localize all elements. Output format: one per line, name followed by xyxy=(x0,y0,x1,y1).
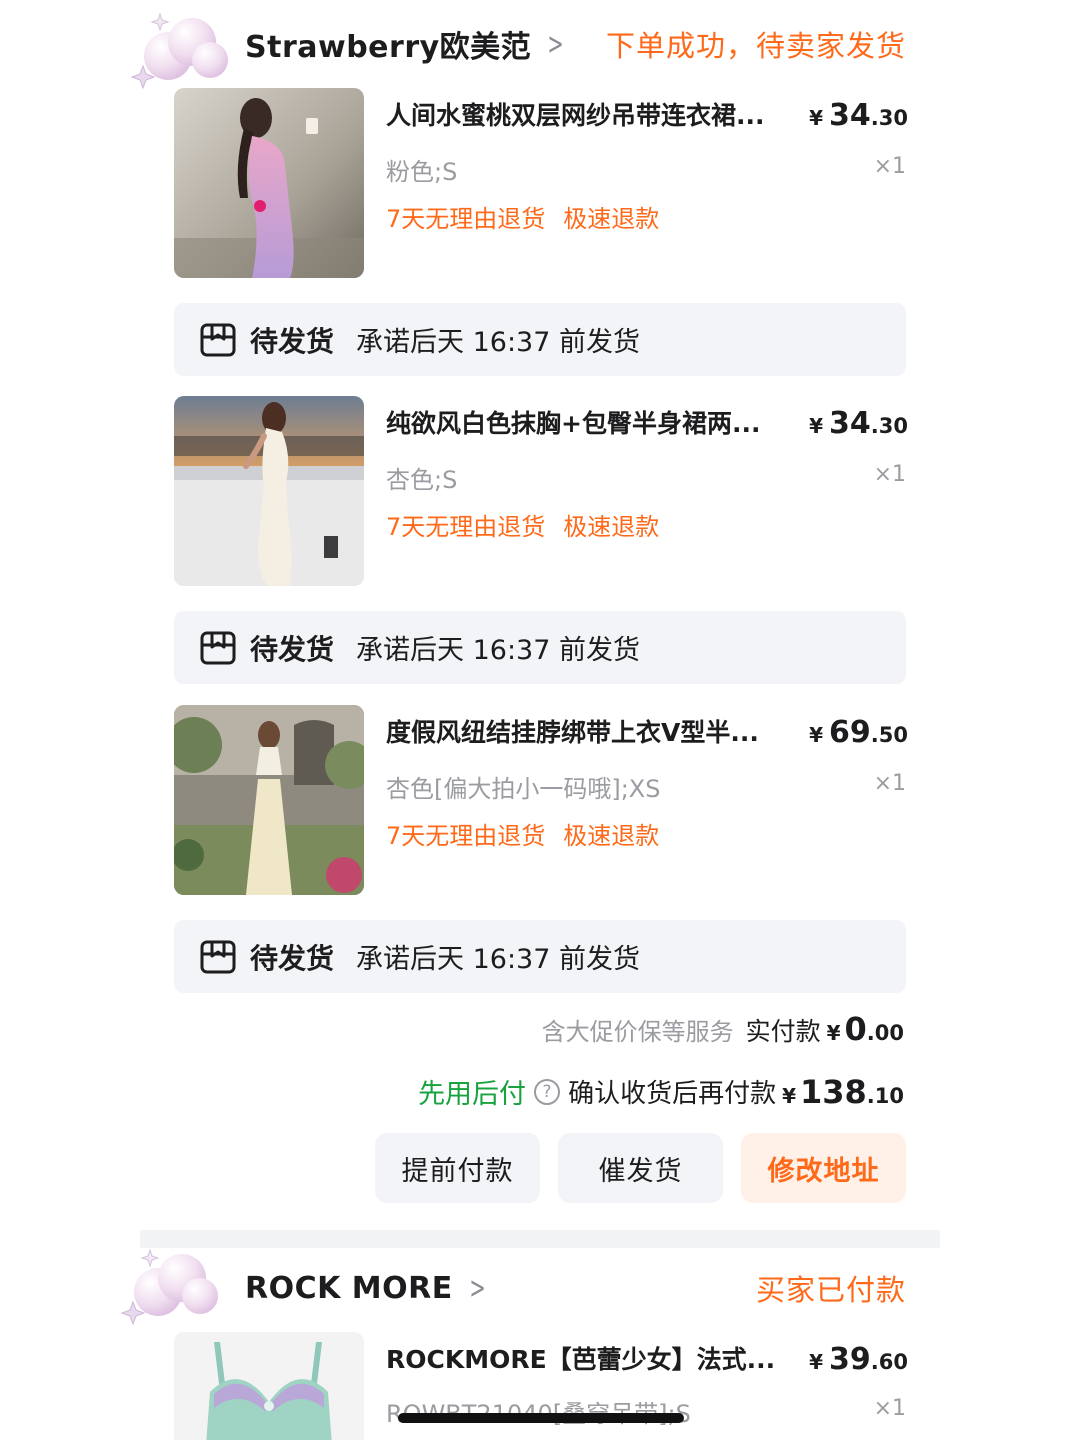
product-title[interactable]: 人间水蜜桃双层网纱吊带连衣裙... xyxy=(386,96,806,132)
service-tags: 7天无理由退货 极速退款 xyxy=(386,816,659,851)
product-price: ¥34.30 xyxy=(809,98,908,133)
package-box-icon xyxy=(200,631,236,664)
price-decimal: .30 xyxy=(870,414,908,438)
shipping-status: 待发货 xyxy=(250,941,335,975)
order-item[interactable]: 人间水蜜桃双层网纱吊带连衣裙... ¥34.30 粉色;S ×1 7天无理由退货… xyxy=(174,88,908,278)
shipping-promise: 承诺后天 16:37 前发货 xyxy=(356,944,640,975)
tag-7day-return: 7天无理由退货 xyxy=(386,513,546,541)
price-integer: 39 xyxy=(829,1342,871,1377)
change-address-button[interactable]: 修改地址 xyxy=(741,1133,906,1203)
product-title[interactable]: 度假风纽结挂脖绑带上衣V型半... xyxy=(386,713,806,749)
currency-symbol: ¥ xyxy=(809,414,824,438)
order-card: ROCK MORE > 买家已付款 ROCKMORE【芭蕾少女】法式... ¥3… xyxy=(140,1248,940,1440)
price-decimal: .60 xyxy=(870,1350,908,1374)
home-indicator[interactable] xyxy=(398,1413,684,1423)
product-variant: ROWBT21040[叠穿吊带];S xyxy=(386,1394,691,1429)
shipping-promise: 承诺后天 16:37 前发货 xyxy=(356,327,640,358)
shop-header[interactable]: Strawberry欧美范 > 下单成功，待卖家发货 xyxy=(245,14,906,74)
product-image[interactable] xyxy=(174,396,364,586)
question-circle-icon[interactable]: ? xyxy=(534,1078,561,1105)
product-price: ¥34.30 xyxy=(809,406,908,441)
tag-fast-refund: 极速退款 xyxy=(563,513,660,541)
product-quantity: ×1 xyxy=(873,1396,906,1421)
currency-symbol: ¥ xyxy=(809,723,824,747)
tag-fast-refund: 极速退款 xyxy=(563,822,660,850)
currency-symbol: ¥ xyxy=(809,1350,824,1374)
product-quantity: ×1 xyxy=(873,771,906,796)
currency-symbol: ¥ xyxy=(782,1083,796,1108)
shipping-status: 待发货 xyxy=(250,632,335,666)
order-item[interactable]: 度假风纽结挂脖绑带上衣V型半... ¥69.50 杏色[偏大拍小一码哦];XS … xyxy=(174,705,908,895)
cloud-sparkle-sticker xyxy=(130,12,228,90)
urge-shipping-button[interactable]: 催发货 xyxy=(558,1133,723,1203)
currency-symbol: ¥ xyxy=(826,1021,841,1045)
shop-link[interactable]: Strawberry欧美范 > xyxy=(245,22,568,66)
payment-summary: 含大促价保等服务 实付款 ¥0.00 xyxy=(542,1010,904,1048)
shipping-status: 待发货 xyxy=(250,324,335,358)
amount-decimal: .10 xyxy=(866,1083,904,1108)
chevron-right-icon: > xyxy=(547,26,564,62)
order-item[interactable]: ROCKMORE【芭蕾少女】法式... ¥39.60 ROWBT21040[叠穿… xyxy=(174,1332,908,1440)
order-item[interactable]: 纯欲风白色抹胸+包臀半身裙两... ¥34.30 杏色;S ×1 7天无理由退货… xyxy=(174,396,908,586)
amount-integer: 0 xyxy=(844,1010,867,1048)
product-title[interactable]: 纯欲风白色抹胸+包臀半身裙两... xyxy=(386,404,806,440)
paid-label: 实付款 xyxy=(745,1017,821,1046)
product-image[interactable] xyxy=(174,88,364,278)
package-box-icon xyxy=(200,940,236,973)
cloud-sparkle-sticker xyxy=(120,1248,218,1326)
service-tags: 7天无理由退货 极速退款 xyxy=(386,507,659,542)
order-status: 下单成功，待卖家发货 xyxy=(605,29,906,63)
shipping-info-bar[interactable]: 待发货 承诺后天 16:37 前发货 xyxy=(174,611,906,684)
product-quantity: ×1 xyxy=(873,154,906,179)
tag-fast-refund: 极速退款 xyxy=(563,205,660,233)
order-status: 买家已付款 xyxy=(755,1273,906,1307)
pay-early-button[interactable]: 提前付款 xyxy=(375,1133,540,1203)
price-integer: 69 xyxy=(829,715,871,750)
pay-later-summary: 先用后付 ? 确认收货后再付款 ¥138.10 xyxy=(418,1072,904,1111)
shop-name[interactable]: Strawberry欧美范 xyxy=(245,22,531,66)
shipping-info-bar[interactable]: 待发货 承诺后天 16:37 前发货 xyxy=(174,303,906,376)
order-actions: 提前付款 催发货 修改地址 xyxy=(357,1133,906,1203)
product-title[interactable]: ROCKMORE【芭蕾少女】法式... xyxy=(386,1340,806,1376)
price-integer: 34 xyxy=(829,406,871,441)
card-separator xyxy=(140,1230,940,1248)
shipping-promise: 承诺后天 16:37 前发货 xyxy=(356,635,640,666)
currency-symbol: ¥ xyxy=(809,106,824,130)
product-variant: 杏色[偏大拍小一码哦];XS xyxy=(386,775,661,803)
product-price: ¥69.50 xyxy=(809,715,908,750)
price-decimal: .50 xyxy=(870,723,908,747)
shipping-info-bar[interactable]: 待发货 承诺后天 16:37 前发货 xyxy=(174,920,906,993)
shop-header[interactable]: ROCK MORE > 买家已付款 xyxy=(245,1258,906,1318)
confirm-pay-label: 确认收货后再付款 xyxy=(568,1079,777,1109)
amount-integer: 138 xyxy=(800,1072,867,1111)
product-image[interactable] xyxy=(174,1332,364,1440)
product-quantity: ×1 xyxy=(873,462,906,487)
shop-name[interactable]: ROCK MORE xyxy=(245,1271,453,1306)
order-card: Strawberry欧美范 > 下单成功，待卖家发货 人间水蜜桃双层网纱吊带连衣… xyxy=(140,0,940,1230)
tag-7day-return: 7天无理由退货 xyxy=(386,205,546,233)
amount-decimal: .00 xyxy=(866,1021,904,1045)
tag-7day-return: 7天无理由退货 xyxy=(386,822,546,850)
pay-later-amount: ¥138.10 xyxy=(782,1073,904,1111)
pay-later-label[interactable]: 先用后付 xyxy=(418,1072,526,1111)
service-tags: 7天无理由退货 极速退款 xyxy=(386,199,659,234)
paid-amount: ¥0.00 xyxy=(827,1010,904,1048)
price-integer: 34 xyxy=(829,98,871,133)
service-note: 含大促价保等服务 xyxy=(541,1018,734,1046)
product-image[interactable] xyxy=(174,705,364,895)
product-price: ¥39.60 xyxy=(809,1342,908,1377)
price-decimal: .30 xyxy=(870,106,908,130)
package-box-icon xyxy=(200,323,236,356)
shop-link[interactable]: ROCK MORE > xyxy=(245,1271,490,1306)
product-variant: 粉色;S xyxy=(386,158,458,186)
chevron-right-icon: > xyxy=(469,1270,486,1306)
product-variant: 杏色;S xyxy=(386,466,458,494)
